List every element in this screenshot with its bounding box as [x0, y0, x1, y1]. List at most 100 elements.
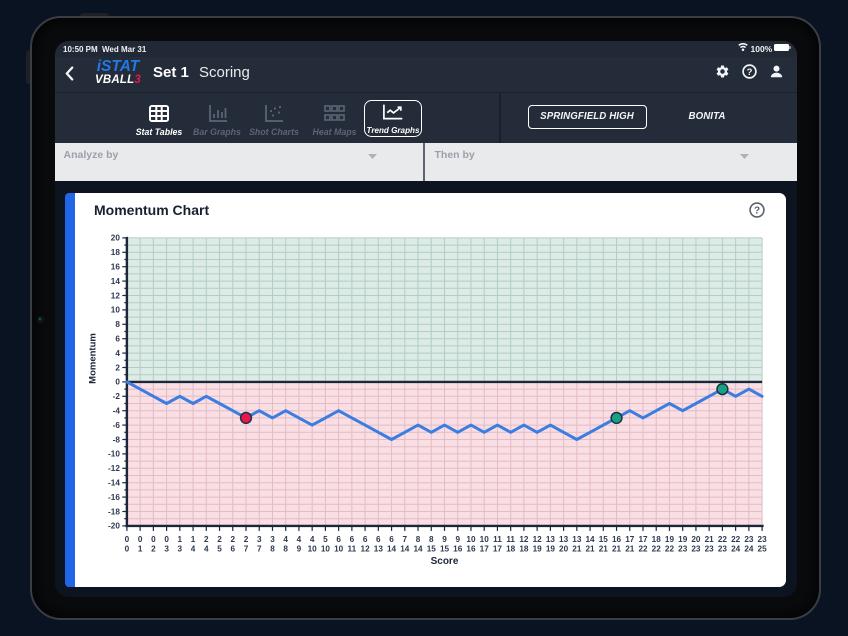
svg-text:8: 8 — [270, 544, 275, 553]
svg-text:6: 6 — [336, 535, 341, 544]
svg-text:22: 22 — [664, 544, 674, 553]
svg-text:23: 23 — [717, 544, 727, 553]
svg-text:7: 7 — [402, 535, 407, 544]
svg-text:23: 23 — [757, 535, 767, 544]
svg-text:10: 10 — [334, 544, 344, 553]
svg-text:10: 10 — [466, 535, 476, 544]
svg-text:9: 9 — [296, 544, 301, 553]
svg-text:24: 24 — [744, 544, 754, 553]
svg-text:-12: -12 — [108, 464, 120, 473]
svg-text:-6: -6 — [112, 420, 120, 429]
svg-text:6: 6 — [349, 535, 354, 544]
svg-text:-16: -16 — [108, 492, 120, 501]
svg-text:13: 13 — [373, 544, 383, 553]
svg-text:10: 10 — [479, 535, 489, 544]
svg-text:2: 2 — [217, 535, 222, 544]
svg-text:3: 3 — [270, 535, 275, 544]
svg-text:12: 12 — [110, 291, 120, 300]
svg-text:21: 21 — [598, 544, 608, 553]
svg-text:5: 5 — [323, 535, 328, 544]
svg-text:17: 17 — [479, 544, 489, 553]
svg-text:1: 1 — [177, 535, 182, 544]
svg-text:6: 6 — [376, 535, 381, 544]
svg-text:12: 12 — [360, 544, 370, 553]
svg-text:22: 22 — [651, 544, 661, 553]
svg-text:20: 20 — [691, 535, 701, 544]
svg-text:11: 11 — [347, 544, 356, 553]
svg-text:3: 3 — [256, 535, 261, 544]
svg-text:19: 19 — [678, 535, 688, 544]
svg-text:11: 11 — [506, 535, 515, 544]
svg-text:8: 8 — [115, 320, 120, 329]
svg-text:0: 0 — [137, 535, 142, 544]
svg-text:16: 16 — [453, 544, 463, 553]
svg-text:9: 9 — [442, 535, 447, 544]
svg-text:1: 1 — [137, 544, 142, 553]
svg-text:14: 14 — [387, 544, 397, 553]
svg-text:18: 18 — [651, 535, 661, 544]
svg-text:15: 15 — [439, 544, 449, 553]
svg-text:4: 4 — [296, 535, 301, 544]
svg-text:7: 7 — [256, 544, 261, 553]
svg-text:14: 14 — [110, 276, 120, 285]
svg-text:18: 18 — [506, 544, 516, 553]
svg-text:4: 4 — [190, 544, 195, 553]
svg-text:2: 2 — [243, 535, 248, 544]
svg-text:3: 3 — [164, 544, 169, 553]
svg-text:-4: -4 — [112, 406, 120, 415]
svg-text:2: 2 — [115, 363, 120, 372]
svg-text:18: 18 — [519, 544, 529, 553]
svg-text:21: 21 — [585, 544, 595, 553]
svg-text:10: 10 — [110, 305, 120, 314]
svg-text:4: 4 — [283, 535, 288, 544]
svg-text:3: 3 — [177, 544, 182, 553]
svg-text:17: 17 — [638, 535, 648, 544]
svg-text:12: 12 — [532, 535, 542, 544]
svg-text:19: 19 — [532, 544, 542, 553]
svg-text:6: 6 — [115, 334, 120, 343]
svg-text:13: 13 — [559, 535, 569, 544]
svg-text:19: 19 — [664, 535, 674, 544]
svg-text:20: 20 — [110, 233, 120, 242]
svg-text:1: 1 — [190, 535, 195, 544]
svg-text:13: 13 — [545, 535, 555, 544]
svg-text:23: 23 — [744, 535, 754, 544]
svg-text:18: 18 — [110, 248, 120, 257]
svg-text:21: 21 — [704, 535, 714, 544]
svg-text:Momentum: Momentum — [87, 333, 98, 384]
svg-text:16: 16 — [110, 262, 120, 271]
svg-text:8: 8 — [428, 535, 433, 544]
svg-text:2: 2 — [230, 535, 235, 544]
svg-text:0: 0 — [124, 535, 129, 544]
svg-text:16: 16 — [466, 544, 476, 553]
svg-text:14: 14 — [585, 535, 595, 544]
svg-text:23: 23 — [704, 544, 714, 553]
svg-text:7: 7 — [243, 544, 248, 553]
svg-text:14: 14 — [400, 544, 410, 553]
svg-text:6: 6 — [389, 535, 394, 544]
svg-text:13: 13 — [572, 535, 582, 544]
svg-text:11: 11 — [493, 535, 502, 544]
svg-text:17: 17 — [625, 535, 635, 544]
svg-text:22: 22 — [731, 535, 741, 544]
svg-text:19: 19 — [545, 544, 555, 553]
svg-text:4: 4 — [204, 544, 209, 553]
svg-text:-8: -8 — [112, 435, 120, 444]
svg-text:14: 14 — [413, 544, 423, 553]
svg-text:17: 17 — [492, 544, 502, 553]
svg-text:?: ? — [746, 67, 752, 78]
svg-text:10: 10 — [320, 544, 330, 553]
svg-text:-2: -2 — [112, 392, 120, 401]
svg-text:5: 5 — [217, 544, 222, 553]
svg-text:0: 0 — [164, 535, 169, 544]
svg-text:24: 24 — [731, 544, 741, 553]
svg-text:-10: -10 — [108, 449, 120, 458]
svg-text:15: 15 — [426, 544, 436, 553]
svg-text:23: 23 — [691, 544, 701, 553]
svg-text:0: 0 — [151, 535, 156, 544]
svg-text:-20: -20 — [108, 521, 120, 530]
svg-text:0: 0 — [124, 544, 129, 553]
svg-text:8: 8 — [283, 544, 288, 553]
svg-text:25: 25 — [757, 544, 767, 553]
svg-text:4: 4 — [309, 535, 314, 544]
